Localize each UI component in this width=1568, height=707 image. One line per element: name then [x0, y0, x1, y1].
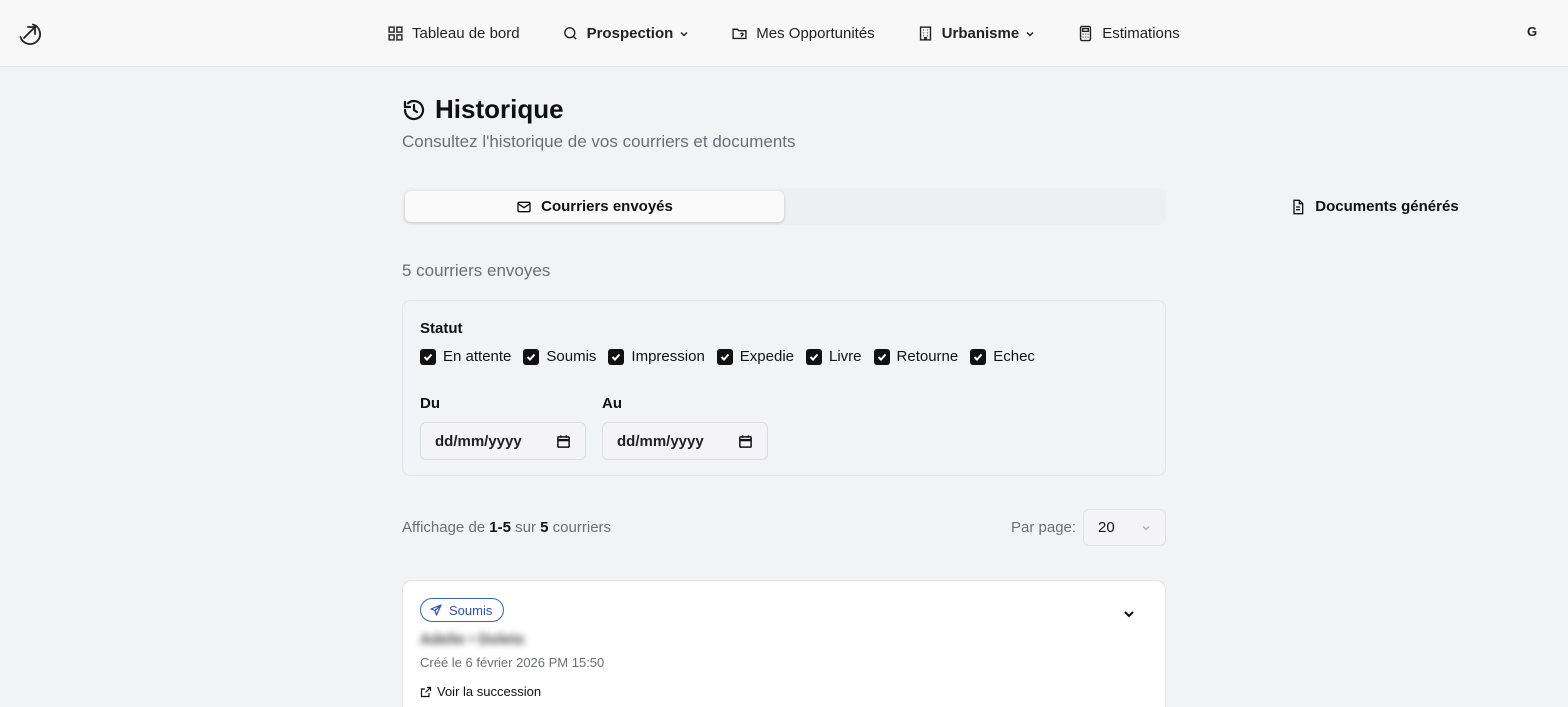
pagination-range: 1-5 [489, 519, 511, 536]
status-badge-label: Soumis [449, 602, 493, 618]
recipient-name: Adelie • Dolets [420, 631, 525, 648]
checkbox-checked-icon[interactable] [970, 348, 987, 365]
status-label: Echec [993, 348, 1035, 365]
status-label: Retourne [896, 348, 959, 365]
per-page-select[interactable]: 20 [1083, 509, 1166, 546]
status-checkbox-echec[interactable]: Echec [970, 348, 1035, 365]
tab-documents[interactable]: Documents générés [1185, 191, 1564, 222]
date-to-value: dd/mm/yyyy [617, 432, 704, 450]
user-avatar[interactable]: G [1527, 24, 1537, 39]
nav-opportunities[interactable]: Mes Opportunités [731, 25, 875, 42]
nav-dashboard[interactable]: Tableau de bord [387, 25, 520, 42]
date-to-input[interactable]: dd/mm/yyyy [602, 422, 768, 460]
pagination-prefix: Affichage de [402, 519, 490, 536]
tab-courriers-label: Courriers envoyés [541, 198, 673, 215]
checkbox-checked-icon[interactable] [523, 348, 540, 365]
chevron-down-icon [1026, 31, 1034, 37]
checkbox-checked-icon[interactable] [716, 348, 733, 365]
pagination-total: 5 [540, 519, 549, 536]
status-label: Livre [829, 348, 862, 365]
tab-documents-label: Documents générés [1315, 198, 1459, 215]
voir-succession-link[interactable]: Voir la succession [420, 684, 541, 699]
checkbox-checked-icon[interactable] [873, 348, 890, 365]
page-title: Historique [435, 94, 564, 124]
created-date: Créé le 6 février 2026 PM 15:50 [420, 655, 605, 670]
nav-estimations-label: Estimations [1102, 25, 1180, 42]
calendar-icon[interactable] [556, 434, 571, 449]
send-icon [430, 604, 442, 616]
status-checkbox-livre[interactable]: Livre [806, 348, 862, 365]
checkbox-checked-icon[interactable] [806, 348, 822, 365]
nav-estimations[interactable]: Estimations [1077, 25, 1180, 42]
nav-opportunities-label: Mes Opportunités [756, 25, 875, 42]
nav-prospection-label: Prospection [586, 25, 674, 42]
page-subtitle: Consultez l'historique de vos courriers … [402, 132, 796, 151]
courrier-card[interactable]: Soumis Adelie • Dolets Créé le 6 février… [402, 580, 1166, 707]
status-checkboxes: En attente Soumis Impression Expedie Liv… [420, 348, 1047, 365]
calculator-icon [1080, 25, 1092, 42]
status-checkbox-soumis[interactable]: Soumis [523, 348, 596, 365]
status-checkbox-expedie[interactable]: Expedie [716, 348, 794, 365]
document-icon [1293, 199, 1304, 214]
mail-icon [517, 201, 531, 212]
status-label: Impression [631, 348, 705, 365]
status-checkbox-en-attente[interactable]: En attente [420, 348, 511, 365]
status-label: En attente [443, 348, 512, 365]
chevron-down-icon [1142, 525, 1150, 530]
chevron-down-icon [680, 31, 688, 37]
dashboard-icon [388, 26, 403, 41]
tab-courriers[interactable]: Courriers envoyés [405, 191, 784, 222]
chevron-down-icon[interactable] [1121, 606, 1137, 622]
date-from-input[interactable]: dd/mm/yyyy [420, 422, 586, 460]
date-to-label: Au [602, 395, 622, 412]
history-icon [403, 99, 425, 120]
per-page-value: 20 [1098, 519, 1115, 536]
logo-icon[interactable] [16, 20, 42, 46]
search-icon [563, 27, 577, 40]
date-from-label: Du [420, 395, 440, 412]
status-badge: Soumis [420, 598, 505, 622]
status-checkbox-impression[interactable]: Impression [608, 348, 705, 365]
building-icon [919, 26, 931, 41]
checkbox-checked-icon[interactable] [608, 348, 625, 365]
pagination-summary: Affichage de 1-5 sur 5 courriers [402, 519, 611, 536]
date-from-value: dd/mm/yyyy [435, 432, 522, 450]
status-label: Expedie [739, 348, 794, 365]
external-link-icon [420, 686, 432, 697]
nav-dashboard-label: Tableau de bord [412, 25, 520, 42]
nav-prospection[interactable]: Prospection [562, 25, 690, 42]
history-tabs: Courriers envoyés Documents générés [402, 188, 1459, 225]
per-page-label: Par page: [1011, 519, 1077, 536]
pagination-middle: sur [510, 519, 541, 536]
nav-urbanisme-label: Urbanisme [941, 25, 1020, 42]
main-nav: Tableau de bord Prospection Mes Opportun… [387, 0, 1222, 67]
folder-heart-icon [732, 28, 747, 40]
pagination-suffix: courriers [548, 519, 612, 536]
voir-succession-label: Voir la succession [437, 684, 542, 699]
nav-urbanisme[interactable]: Urbanisme [917, 25, 1036, 42]
page-header: Historique [402, 94, 564, 125]
status-filter-label: Statut [420, 320, 463, 337]
top-navbar: Tableau de bord Prospection Mes Opportun… [0, 0, 1568, 67]
filter-panel: Statut En attente Soumis Impression Expe… [402, 300, 1166, 476]
status-checkbox-retourne[interactable]: Retourne [873, 348, 959, 365]
checkbox-checked-icon[interactable] [420, 348, 436, 365]
courriers-count: 5 courriers envoyes [402, 261, 551, 280]
calendar-icon[interactable] [738, 434, 753, 449]
status-label: Soumis [546, 348, 597, 365]
